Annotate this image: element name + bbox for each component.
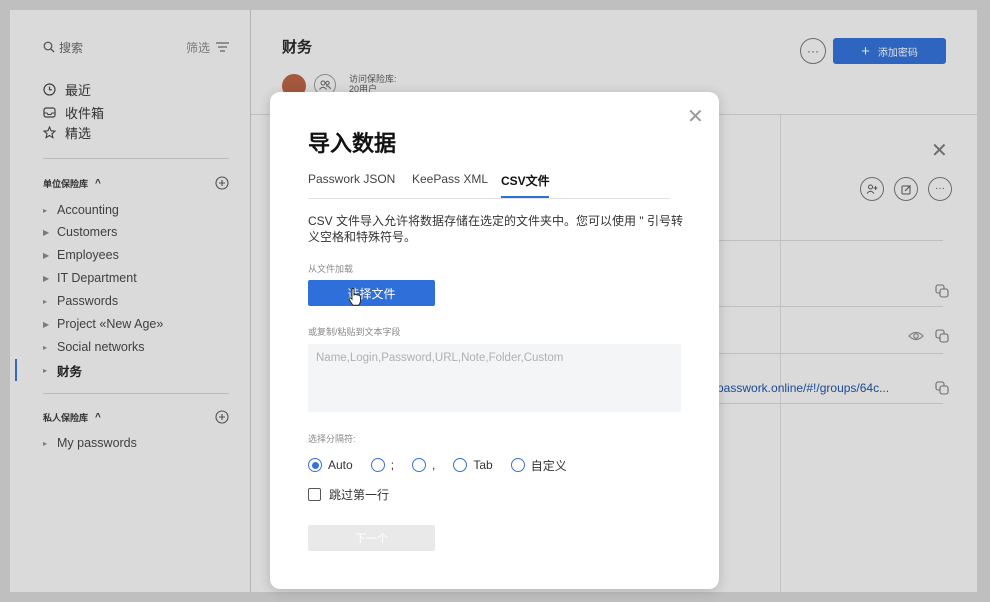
close-icon[interactable]: ✕ <box>687 104 704 129</box>
from-file-label: 从文件加载 <box>308 264 354 274</box>
radio-checked-icon <box>308 458 322 472</box>
import-tabs: Passwork JSON KeePass XML CSV文件 <box>308 170 670 199</box>
paste-label: 或复制/粘贴到文本字段 <box>308 327 401 337</box>
tab-keepass-xml[interactable]: KeePass XML <box>412 172 488 186</box>
next-button-label: 下一个 <box>355 533 388 545</box>
tab-passwork-json[interactable]: Passwork JSON <box>308 172 395 186</box>
radio-label: 自定义 <box>530 458 567 473</box>
radio-semicolon[interactable]: ; <box>370 458 395 472</box>
tab-csv[interactable]: CSV文件 <box>501 172 550 189</box>
radio-comma[interactable]: , <box>412 458 435 472</box>
active-tab-indicator <box>501 196 549 198</box>
checkbox[interactable] <box>308 488 321 501</box>
radio-label: Tab <box>473 458 493 472</box>
hand-cursor-icon <box>348 288 361 306</box>
radio-label: , <box>432 458 436 472</box>
csv-description: CSV 文件导入允许将数据存储在选定的文件夹中。您可以使用 " 引号转义空格和特… <box>308 214 683 244</box>
radio-label: ; <box>390 458 395 472</box>
csv-text-input[interactable] <box>308 344 681 412</box>
radio-custom[interactable]: 自定义 <box>510 457 567 474</box>
radio-tab[interactable]: Tab <box>453 458 493 472</box>
separator-label: 选择分隔符: <box>308 434 356 444</box>
choose-file-button[interactable]: 选择文件 <box>308 280 435 306</box>
separator-radio-group: Auto ; , Tab 自定义 <box>308 455 585 475</box>
radio-icon <box>453 458 468 472</box>
radio-icon <box>370 458 385 472</box>
import-dialog: ✕ 导入数据 Passwork JSON KeePass XML CSV文件 C… <box>270 92 719 589</box>
skip-first-row-label: 跳过第一行 <box>329 488 390 502</box>
next-button[interactable]: 下一个 <box>308 525 435 551</box>
dialog-title: 导入数据 <box>308 131 397 156</box>
radio-auto[interactable]: Auto <box>308 458 353 472</box>
radio-label: Auto <box>328 458 353 472</box>
skip-first-row-option[interactable]: 跳过第一行 <box>308 486 389 503</box>
radio-icon <box>510 458 525 472</box>
radio-icon <box>412 458 427 472</box>
